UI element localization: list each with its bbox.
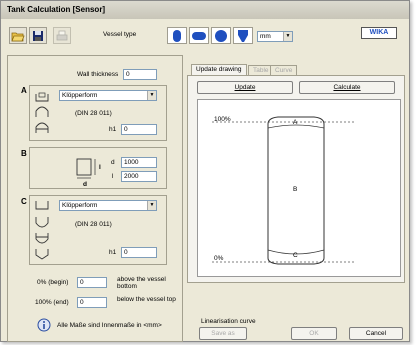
end-percent-input[interactable]: 0 <box>77 297 107 308</box>
top-head-shapes-icon <box>35 92 49 133</box>
top-din-label: (DIN 28 011) <box>75 110 112 117</box>
save-button[interactable] <box>29 27 47 44</box>
conical-vessel-icon <box>238 29 248 42</box>
top-h1-input[interactable]: 0 <box>121 124 157 135</box>
vessel-conical-button[interactable] <box>233 27 253 44</box>
end-note: below the vessel top <box>117 296 176 303</box>
begin-percent-input[interactable]: 0 <box>77 277 107 288</box>
dim-l-marker: l <box>99 164 101 171</box>
unit-select-value: mm <box>260 33 271 40</box>
bottom-din-label: (DIN 28 011) <box>75 221 112 228</box>
tank-calculation-window: Tank Calculation [Sensor] Vessel type mm… <box>0 0 410 342</box>
floppy-disk-icon <box>33 30 43 41</box>
length-input[interactable]: 2000 <box>121 171 157 182</box>
unit-select[interactable]: mm ▼ <box>257 31 293 42</box>
drawing-top-percent: 100% <box>214 116 231 123</box>
title-bar: Tank Calculation [Sensor] <box>1 1 409 19</box>
vertical-cylinder-icon <box>173 29 181 42</box>
bottom-h1-label: h1 <box>109 249 117 256</box>
end-percent-label: 100% (end) <box>35 299 69 306</box>
length-label: l <box>112 173 114 180</box>
vessel-drawing-canvas: 100% 0% A B C <box>197 99 401 277</box>
bottom-shape-select[interactable]: Klöpperform ▼ <box>59 200 157 211</box>
info-icon <box>37 318 51 332</box>
bottom-h1-input[interactable]: 0 <box>121 247 157 258</box>
cylinder-body-icon <box>76 158 96 179</box>
section-c-letter: C <box>21 197 27 206</box>
drawing-label-b: B <box>293 186 298 193</box>
begin-percent-label: 0% (begin) <box>37 279 69 286</box>
vessel-sphere-button[interactable] <box>211 27 231 44</box>
section-a-letter: A <box>21 86 27 95</box>
save-as-button[interactable]: Save as <box>199 327 247 340</box>
cancel-button[interactable]: Cancel <box>349 327 403 340</box>
sphere-icon <box>215 29 227 42</box>
chevron-down-icon: ▼ <box>147 91 156 100</box>
wall-thickness-input[interactable]: 0 <box>123 69 157 80</box>
top-shape-select[interactable]: Klöpperform ▼ <box>59 90 157 101</box>
wall-thickness-label: Wall thickness <box>77 71 119 78</box>
dim-d-marker: d <box>83 181 87 188</box>
print-button[interactable] <box>53 27 71 44</box>
ok-button[interactable]: OK <box>291 327 337 340</box>
chevron-down-icon: ▼ <box>147 201 156 210</box>
drawing-label-c: C <box>293 252 298 259</box>
vessel-horizontal-button[interactable] <box>189 27 209 44</box>
linearisation-curve-label: Linearisation curve <box>201 318 256 325</box>
update-button[interactable]: Update <box>197 81 293 94</box>
printer-icon <box>56 30 68 40</box>
diameter-input[interactable]: 1000 <box>121 157 157 168</box>
open-folder-icon <box>11 32 25 41</box>
bottom-head-shapes-icon <box>35 201 49 260</box>
diameter-label: d <box>111 159 115 166</box>
section-b-letter: B <box>21 149 27 158</box>
horizontal-cylinder-icon <box>192 31 206 40</box>
top-shape-value: Klöpperform <box>62 92 98 99</box>
window-title: Tank Calculation [Sensor] <box>7 5 106 14</box>
vessel-drawing <box>212 116 356 265</box>
chevron-down-icon: ▼ <box>283 32 292 41</box>
bottom-shape-value: Klöpperform <box>62 202 98 209</box>
wika-logo: WIKA <box>361 27 397 39</box>
begin-note: above the vessel bottom <box>117 276 166 290</box>
calculate-button[interactable]: Calculate <box>299 81 395 94</box>
drawing-bottom-percent: 0% <box>214 255 224 262</box>
top-h1-label: h1 <box>109 126 117 133</box>
info-text: Alle Maße sind Innenmaße in <mm> <box>57 322 162 329</box>
vessel-vertical-button[interactable] <box>167 27 187 44</box>
drawing-label-a: A <box>293 119 298 126</box>
vessel-type-label: Vessel type <box>103 31 137 38</box>
open-folder-button[interactable] <box>9 27 27 44</box>
